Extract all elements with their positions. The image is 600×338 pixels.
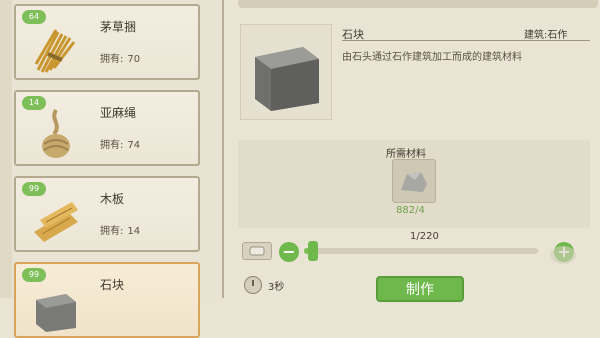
clock-icon <box>244 276 262 294</box>
item-category: 建筑:石作 <box>524 30 568 41</box>
recipe-item-wood-plank[interactable]: 99 木板 拥有: 14 <box>14 176 200 252</box>
material-count: 882/4 <box>396 205 425 216</box>
panel-top-strip <box>238 0 598 8</box>
recipe-name: 石块 <box>100 278 125 292</box>
recipe-item-thatch[interactable]: 64 茅草捆 拥有: 70 <box>14 4 200 80</box>
min-quantity-button[interactable] <box>242 242 272 260</box>
stone-block-icon <box>255 47 319 111</box>
recipe-item-flax-rope[interactable]: 14 亚麻绳 拥有: 74 <box>14 90 200 166</box>
quantity-text: 1/220 <box>410 231 439 242</box>
item-description: 由石头通过石作建筑加工而成的建筑材料 <box>342 52 522 63</box>
item-preview <box>240 24 332 120</box>
material-slot[interactable] <box>392 159 436 203</box>
craft-time: 3秒 <box>268 282 285 293</box>
min-icon <box>249 246 265 256</box>
owned-count: 拥有: 14 <box>100 226 141 237</box>
decorative-leaf <box>550 246 576 264</box>
stone-icon <box>401 172 427 192</box>
materials-label: 所需材料 <box>386 149 426 160</box>
craft-button[interactable]: 制作 <box>376 276 464 302</box>
slider-handle[interactable] <box>308 241 318 261</box>
owned-count: 拥有: 70 <box>100 54 141 65</box>
wood-plank-icon <box>34 202 78 242</box>
quantity-slider[interactable] <box>304 248 538 254</box>
recipe-item-stone-block[interactable]: 99 石块 <box>14 262 200 338</box>
flax-rope-icon <box>42 108 70 158</box>
thatch-bundle-icon <box>34 29 76 73</box>
owned-count: 拥有: 74 <box>100 140 141 151</box>
divider <box>342 40 590 41</box>
decrease-button[interactable]: − <box>279 242 299 262</box>
recipe-name: 亚麻绳 <box>100 106 137 120</box>
recipe-name: 茅草捆 <box>100 20 137 34</box>
stone-block-icon <box>36 294 76 332</box>
recipe-list: 64 茅草捆 拥有:70 14 亚麻绳 拥有:74 99 木板 拥有:14 <box>0 0 224 338</box>
recipe-name: 木板 <box>100 192 125 206</box>
